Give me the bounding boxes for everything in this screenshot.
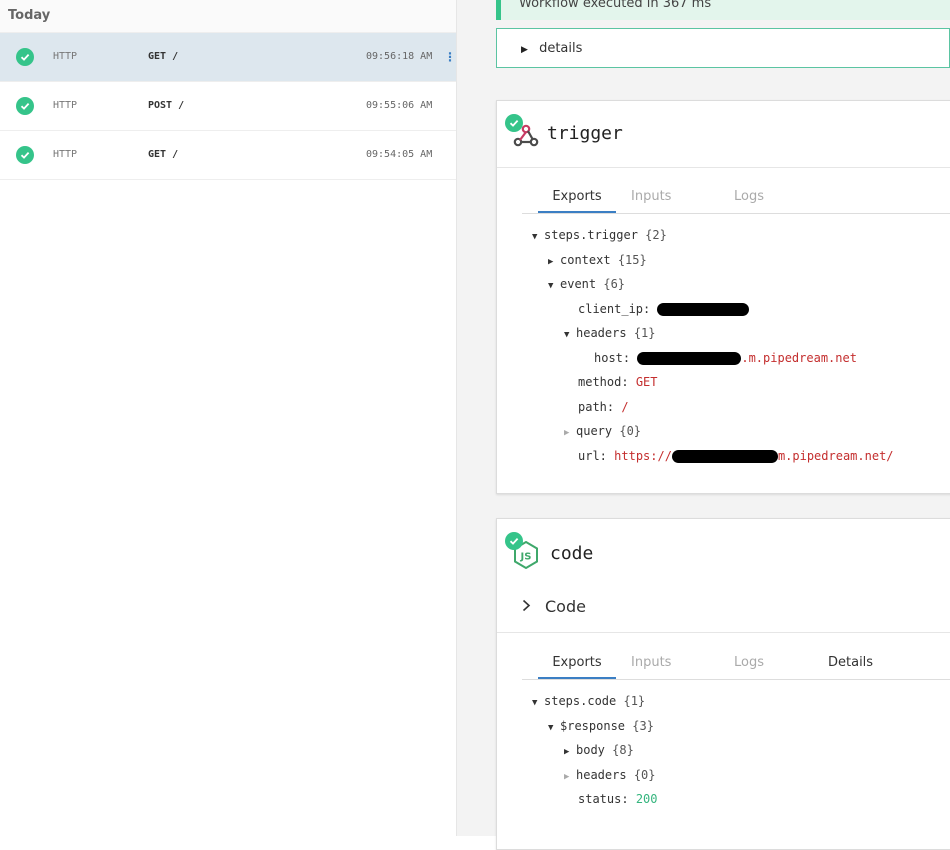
success-check-icon [16, 146, 34, 164]
workflow-inspector: Workflow executed in 367 ms ▶ details tr… [457, 0, 950, 850]
event-source: HTTP [53, 149, 78, 160]
trigger-step-card: trigger Exports Inputs Logs ▼ steps.trigg… [496, 100, 950, 494]
code-step-card: JS code Code Exports Inputs Logs Details… [496, 518, 950, 850]
caret-down-icon: ▼ [564, 330, 570, 340]
tab-exports[interactable]: Exports [538, 653, 616, 679]
tree-leaf: method: GET [578, 375, 658, 389]
tree-node[interactable]: ▼ $response {3} [548, 718, 654, 734]
event-list-panel: Today HTTP GET / 09:56:18 AM ⋮ HTTP POST… [0, 0, 457, 836]
success-check-icon [505, 114, 523, 132]
tree-node[interactable]: ▼ event {6} [548, 276, 625, 292]
caret-right-icon: ▶ [564, 428, 570, 438]
success-check-icon [505, 532, 523, 550]
caret-down-icon: ▼ [548, 723, 554, 733]
svg-text:JS: JS [520, 552, 532, 563]
code-step-header: JS code [497, 519, 950, 579]
code-section-toggle[interactable]: Code [522, 597, 586, 616]
step-title: code [550, 543, 594, 564]
success-check-icon [16, 48, 34, 66]
tree-node[interactable]: ▶ headers {0} [564, 767, 656, 783]
event-time: 09:54:05 AM [366, 149, 433, 160]
tab-details[interactable]: Details [828, 653, 873, 677]
event-time: 09:55:06 AM [366, 100, 433, 111]
event-row[interactable]: HTTP POST / 09:55:06 AM [0, 82, 456, 131]
trigger-step-header: trigger [497, 101, 950, 168]
event-source: HTTP [53, 100, 78, 111]
tree-node[interactable]: ▼ steps.trigger {2} [532, 227, 667, 243]
tab-inputs[interactable]: Inputs [631, 187, 671, 211]
tree-leaf: host: .m.pipedream.net [594, 351, 857, 365]
step-title: trigger [547, 123, 623, 144]
trigger-tabs: Exports Inputs Logs [522, 187, 950, 214]
code-tabs: Exports Inputs Logs Details [522, 653, 950, 680]
divider [497, 632, 950, 633]
success-check-icon [16, 97, 34, 115]
event-row[interactable]: HTTP GET / 09:56:18 AM ⋮ [0, 33, 456, 82]
tree-node[interactable]: ▼ steps.code {1} [532, 693, 645, 709]
event-method: GET / [148, 51, 179, 62]
details-toggle[interactable]: ▶ details [496, 28, 950, 68]
tree-leaf: status: 200 [578, 792, 658, 806]
caret-right-icon: ▶ [564, 772, 570, 782]
execution-banner: Workflow executed in 367 ms [496, 0, 950, 20]
tab-inputs[interactable]: Inputs [631, 653, 671, 677]
event-row[interactable]: HTTP GET / 09:54:05 AM [0, 131, 456, 180]
code-section-label: Code [545, 597, 586, 616]
redaction-mark [657, 303, 750, 316]
expand-caret-icon: ▶ [521, 45, 528, 55]
caret-right-icon: ▶ [548, 257, 554, 267]
details-label: details [539, 41, 583, 56]
tab-exports[interactable]: Exports [538, 187, 616, 213]
tab-logs[interactable]: Logs [734, 187, 764, 211]
redaction-mark [637, 352, 742, 365]
caret-down-icon: ▼ [532, 698, 538, 708]
event-time: 09:56:18 AM [366, 51, 433, 62]
event-source: HTTP [53, 51, 78, 62]
event-method: GET / [148, 149, 179, 160]
tree-leaf: client_ip: [578, 301, 750, 317]
caret-down-icon: ▼ [532, 232, 538, 242]
tree-node[interactable]: ▶ context {15} [548, 252, 647, 268]
caret-right-icon: ▶ [564, 747, 570, 757]
event-group-header: Today [0, 0, 456, 33]
tree-node[interactable]: ▶ body {8} [564, 742, 634, 758]
chevron-right-icon [522, 597, 531, 616]
redaction-mark [671, 450, 778, 463]
tab-logs[interactable]: Logs [734, 653, 764, 677]
event-method: POST / [148, 100, 185, 111]
caret-down-icon: ▼ [548, 281, 554, 291]
execution-message: Workflow executed in 367 ms [519, 0, 712, 11]
kebab-menu-icon[interactable]: ⋮ [444, 51, 456, 63]
tree-node[interactable]: ▼ headers {1} [564, 325, 656, 341]
tree-leaf: path: / [578, 400, 629, 414]
tree-node[interactable]: ▶ query {0} [564, 423, 641, 439]
tree-leaf: url: https://m.pipedream.net/ [578, 449, 894, 463]
